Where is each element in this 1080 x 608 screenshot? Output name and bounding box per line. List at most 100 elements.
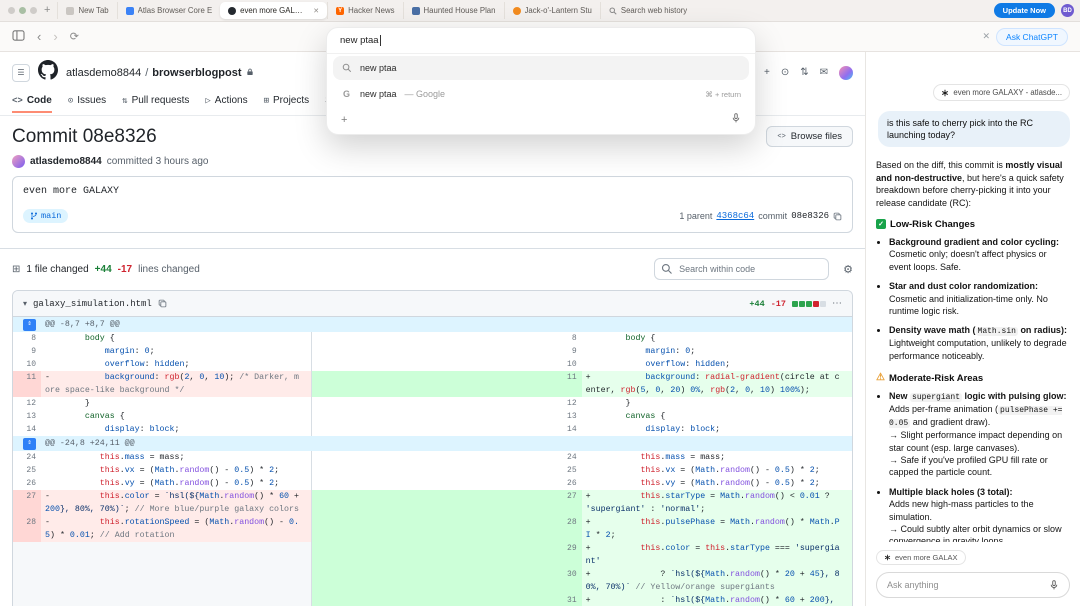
search-within-code-input[interactable] <box>654 258 829 280</box>
gear-icon[interactable]: ⚙ <box>843 263 853 276</box>
github-logo-icon[interactable] <box>38 60 58 85</box>
tab-haunted-house-plan[interactable]: Haunted House Plan <box>403 2 504 19</box>
attached-page-chip[interactable]: even more GALAX <box>876 550 966 565</box>
line-number[interactable]: 11 <box>311 371 581 397</box>
line-number[interactable]: 10 <box>311 358 581 371</box>
reload-button[interactable]: ⟳ <box>70 30 79 43</box>
github-avatar[interactable] <box>839 66 853 80</box>
line-number[interactable]: 14 <box>311 423 581 436</box>
file-options-icon[interactable]: ⋯ <box>832 298 842 309</box>
expand-hunk-button[interactable]: ⇕ <box>23 438 36 450</box>
page-context-chip[interactable]: even more GALAXY - atlasde... <box>933 84 1070 101</box>
line-number[interactable]: 27 <box>13 490 41 516</box>
code-line: + ? `hsl(${Math.random() * 20 + 45}, 80%… <box>582 568 852 594</box>
line-number[interactable]: 29 <box>311 542 581 568</box>
attach-icon[interactable]: + <box>341 114 347 126</box>
window-controls[interactable] <box>8 7 37 14</box>
line-number[interactable]: 11 <box>13 371 41 397</box>
omnibox-input[interactable]: new ptaa <box>327 28 755 54</box>
breadcrumb: atlasdemo8844 / browserblogpost <box>66 67 254 79</box>
breadcrumb-owner[interactable]: atlasdemo8844 <box>66 67 141 79</box>
tab-actions[interactable]: ▷ Actions <box>205 95 247 113</box>
suggestion-row-search[interactable]: new ptaa <box>333 56 749 80</box>
branch-chip[interactable]: main <box>23 209 68 223</box>
suggestion-row-google[interactable]: G new ptaa — Google ⌘ + return <box>333 82 749 106</box>
code-line: this.vy = (Math.random() - 0.5) * 2; <box>41 477 311 490</box>
line-number[interactable]: 12 <box>13 397 41 410</box>
lock-icon <box>246 67 254 79</box>
tab-search-web-history[interactable]: Search web history <box>600 2 695 19</box>
tab-pull-requests[interactable]: ⇅ Pull requests <box>122 95 189 113</box>
mic-icon[interactable] <box>731 111 741 129</box>
forward-button[interactable]: › <box>53 30 57 43</box>
line-number[interactable]: 25 <box>311 464 581 477</box>
line-number[interactable]: 8 <box>13 332 41 345</box>
hamburger-menu-icon[interactable]: ☰ <box>12 64 30 82</box>
line-number[interactable]: 24 <box>311 451 581 464</box>
tab-new-tab[interactable]: New Tab <box>57 2 116 19</box>
expand-hunk-button[interactable]: ⇕ <box>23 319 36 331</box>
close-panel-icon[interactable]: ✕ <box>982 31 990 42</box>
collapse-file-icon[interactable]: ▾ <box>23 299 27 308</box>
tab-even-more-galaxy[interactable]: even more GALAXY ✕ <box>220 2 327 19</box>
tab-jack-o-lantern[interactable]: Jack-o'-Lantern Stu <box>504 2 600 19</box>
line-number[interactable]: 12 <box>311 397 581 410</box>
tabbar-right: Update Now BD <box>994 3 1074 18</box>
mic-icon[interactable] <box>1049 579 1059 591</box>
line-number[interactable]: 28 <box>311 516 581 542</box>
diff-stats-bar: ⊞ 1 file changed +44 -17 lines changed ⚙ <box>0 249 865 288</box>
line-number[interactable]: 26 <box>13 477 41 490</box>
back-button[interactable]: ‹ <box>37 30 41 43</box>
line-number[interactable]: 8 <box>311 332 581 345</box>
minimize-window-icon[interactable] <box>19 7 26 14</box>
line-number[interactable]: 25 <box>13 464 41 477</box>
code-line: + this.starType = Math.random() < 0.01 ?… <box>582 490 852 516</box>
inbox-icon[interactable]: ✉ <box>820 67 828 78</box>
close-tab-icon[interactable]: ✕ <box>313 7 319 15</box>
code-line: + this.color = this.starType === 'superg… <box>582 542 852 568</box>
tab-code[interactable]: <> Code <box>12 95 52 113</box>
tab-atlas-browser[interactable]: Atlas Browser Core E <box>117 2 221 19</box>
line-number[interactable]: 9 <box>13 345 41 358</box>
line-number[interactable]: 31 <box>311 594 581 606</box>
zoom-window-icon[interactable] <box>30 7 37 14</box>
line-number[interactable]: 9 <box>311 345 581 358</box>
new-tab-button[interactable]: + <box>44 5 50 16</box>
list-item: Star and dust color randomization:Cosmet… <box>889 280 1070 317</box>
line-number[interactable]: 26 <box>311 477 581 490</box>
line-number[interactable]: 10 <box>13 358 41 371</box>
line-number[interactable]: 13 <box>13 410 41 423</box>
update-now-button[interactable]: Update Now <box>994 3 1055 18</box>
author-name[interactable]: atlasdemo8844 <box>30 156 102 167</box>
pull-requests-icon[interactable]: ⇅ <box>800 67 808 78</box>
attached-page-label: even more GALAX <box>895 553 958 562</box>
line-number[interactable]: 13 <box>311 410 581 423</box>
copy-icon[interactable] <box>833 212 842 221</box>
line-number[interactable]: 30 <box>311 568 581 594</box>
file-name[interactable]: galaxy_simulation.html <box>33 299 152 309</box>
chat-input[interactable]: Ask anything <box>876 572 1070 598</box>
create-new-icon[interactable]: + <box>764 67 770 78</box>
browse-files-button[interactable]: <> Browse files <box>766 126 853 147</box>
tab-issues[interactable]: ⊙ Issues <box>68 95 106 113</box>
hunk-header: @@ -8,7 +8,7 @@ <box>41 317 852 332</box>
commit-label: commit <box>758 211 787 221</box>
ask-chatgpt-button[interactable]: Ask ChatGPT <box>996 28 1068 46</box>
parent-sha-link[interactable]: 4368c64 <box>716 211 754 221</box>
line-number[interactable]: 27 <box>311 490 581 516</box>
suggestion-text: new ptaa <box>360 63 397 73</box>
issues-icon[interactable]: ⊙ <box>781 67 789 78</box>
author-avatar[interactable] <box>12 155 25 168</box>
moderate-risk-heading-label: Moderate-Risk Areas <box>889 372 983 385</box>
browser-profile-avatar[interactable]: BD <box>1061 4 1074 17</box>
breadcrumb-repo[interactable]: browserblogpost <box>152 67 241 79</box>
moderate-risk-list: New supergiant logic with pulsing glow:A… <box>876 390 1070 542</box>
close-window-icon[interactable] <box>8 7 15 14</box>
copy-path-icon[interactable] <box>158 299 167 308</box>
line-number[interactable]: 14 <box>13 423 41 436</box>
line-number[interactable]: 28 <box>13 516 41 542</box>
tab-projects[interactable]: ⊞ Projects <box>264 95 310 113</box>
line-number[interactable]: 24 <box>13 451 41 464</box>
toggle-sidebar-icon[interactable] <box>12 30 25 43</box>
tab-hacker-news[interactable]: Y Hacker News <box>327 2 402 19</box>
